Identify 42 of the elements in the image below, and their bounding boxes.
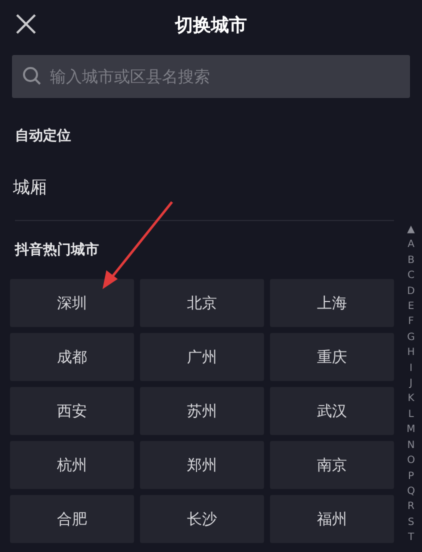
index-letter[interactable]: A [408,237,414,253]
index-letter[interactable]: B [408,252,414,268]
index-letter[interactable]: M [406,422,416,438]
city-button[interactable]: 重庆 [270,333,394,381]
close-icon[interactable] [15,13,37,35]
index-letter[interactable]: E [408,299,414,314]
section-heading: 自动定位 [15,127,72,145]
city-button[interactable]: 杭州 [10,441,134,489]
index-letter[interactable]: J [410,376,412,392]
city-button[interactable]: 武汉 [270,387,394,435]
index-letter[interactable]: Q [407,484,415,500]
index-letter[interactable]: D [407,284,415,300]
index-letter[interactable]: L [408,406,414,422]
index-letter[interactable]: O [407,453,415,468]
index-letter[interactable]: R [408,499,414,515]
city-button[interactable]: 南京 [270,441,394,489]
city-button[interactable]: 北京 [140,279,264,327]
city-button[interactable]: 福州 [270,495,394,543]
city-button[interactable]: 上海 [270,279,394,327]
index-letter[interactable]: K [408,391,414,407]
index-letter[interactable]: F [408,314,414,330]
index-letter[interactable]: ▲ [407,222,415,238]
city-button[interactable]: 合肥 [10,495,134,543]
search-field[interactable]: 输入城市或区县名搜索 [12,55,410,98]
index-letter[interactable]: G [407,330,415,346]
section-heading: 抖音热门城市 [15,241,100,259]
location-city[interactable]: 城厢 [13,178,394,198]
city-button[interactable]: 成都 [10,333,134,381]
city-button[interactable]: 郑州 [140,441,264,489]
city-button[interactable]: 西安 [10,387,134,435]
index-letter[interactable]: N [407,438,415,454]
index-letter[interactable]: T [408,530,414,546]
index-letter[interactable]: S [408,514,414,530]
index-letter[interactable]: I [410,360,412,376]
index-letter[interactable]: C [408,268,414,284]
city-button[interactable]: 长沙 [140,495,264,543]
city-button[interactable]: 深圳 [10,279,134,327]
page-title: 切换城市 [175,14,247,38]
index-letter[interactable]: H [407,345,415,361]
index-letter[interactable]: P [408,468,414,484]
city-button[interactable]: 苏州 [140,387,264,435]
city-button[interactable]: 广州 [140,333,264,381]
